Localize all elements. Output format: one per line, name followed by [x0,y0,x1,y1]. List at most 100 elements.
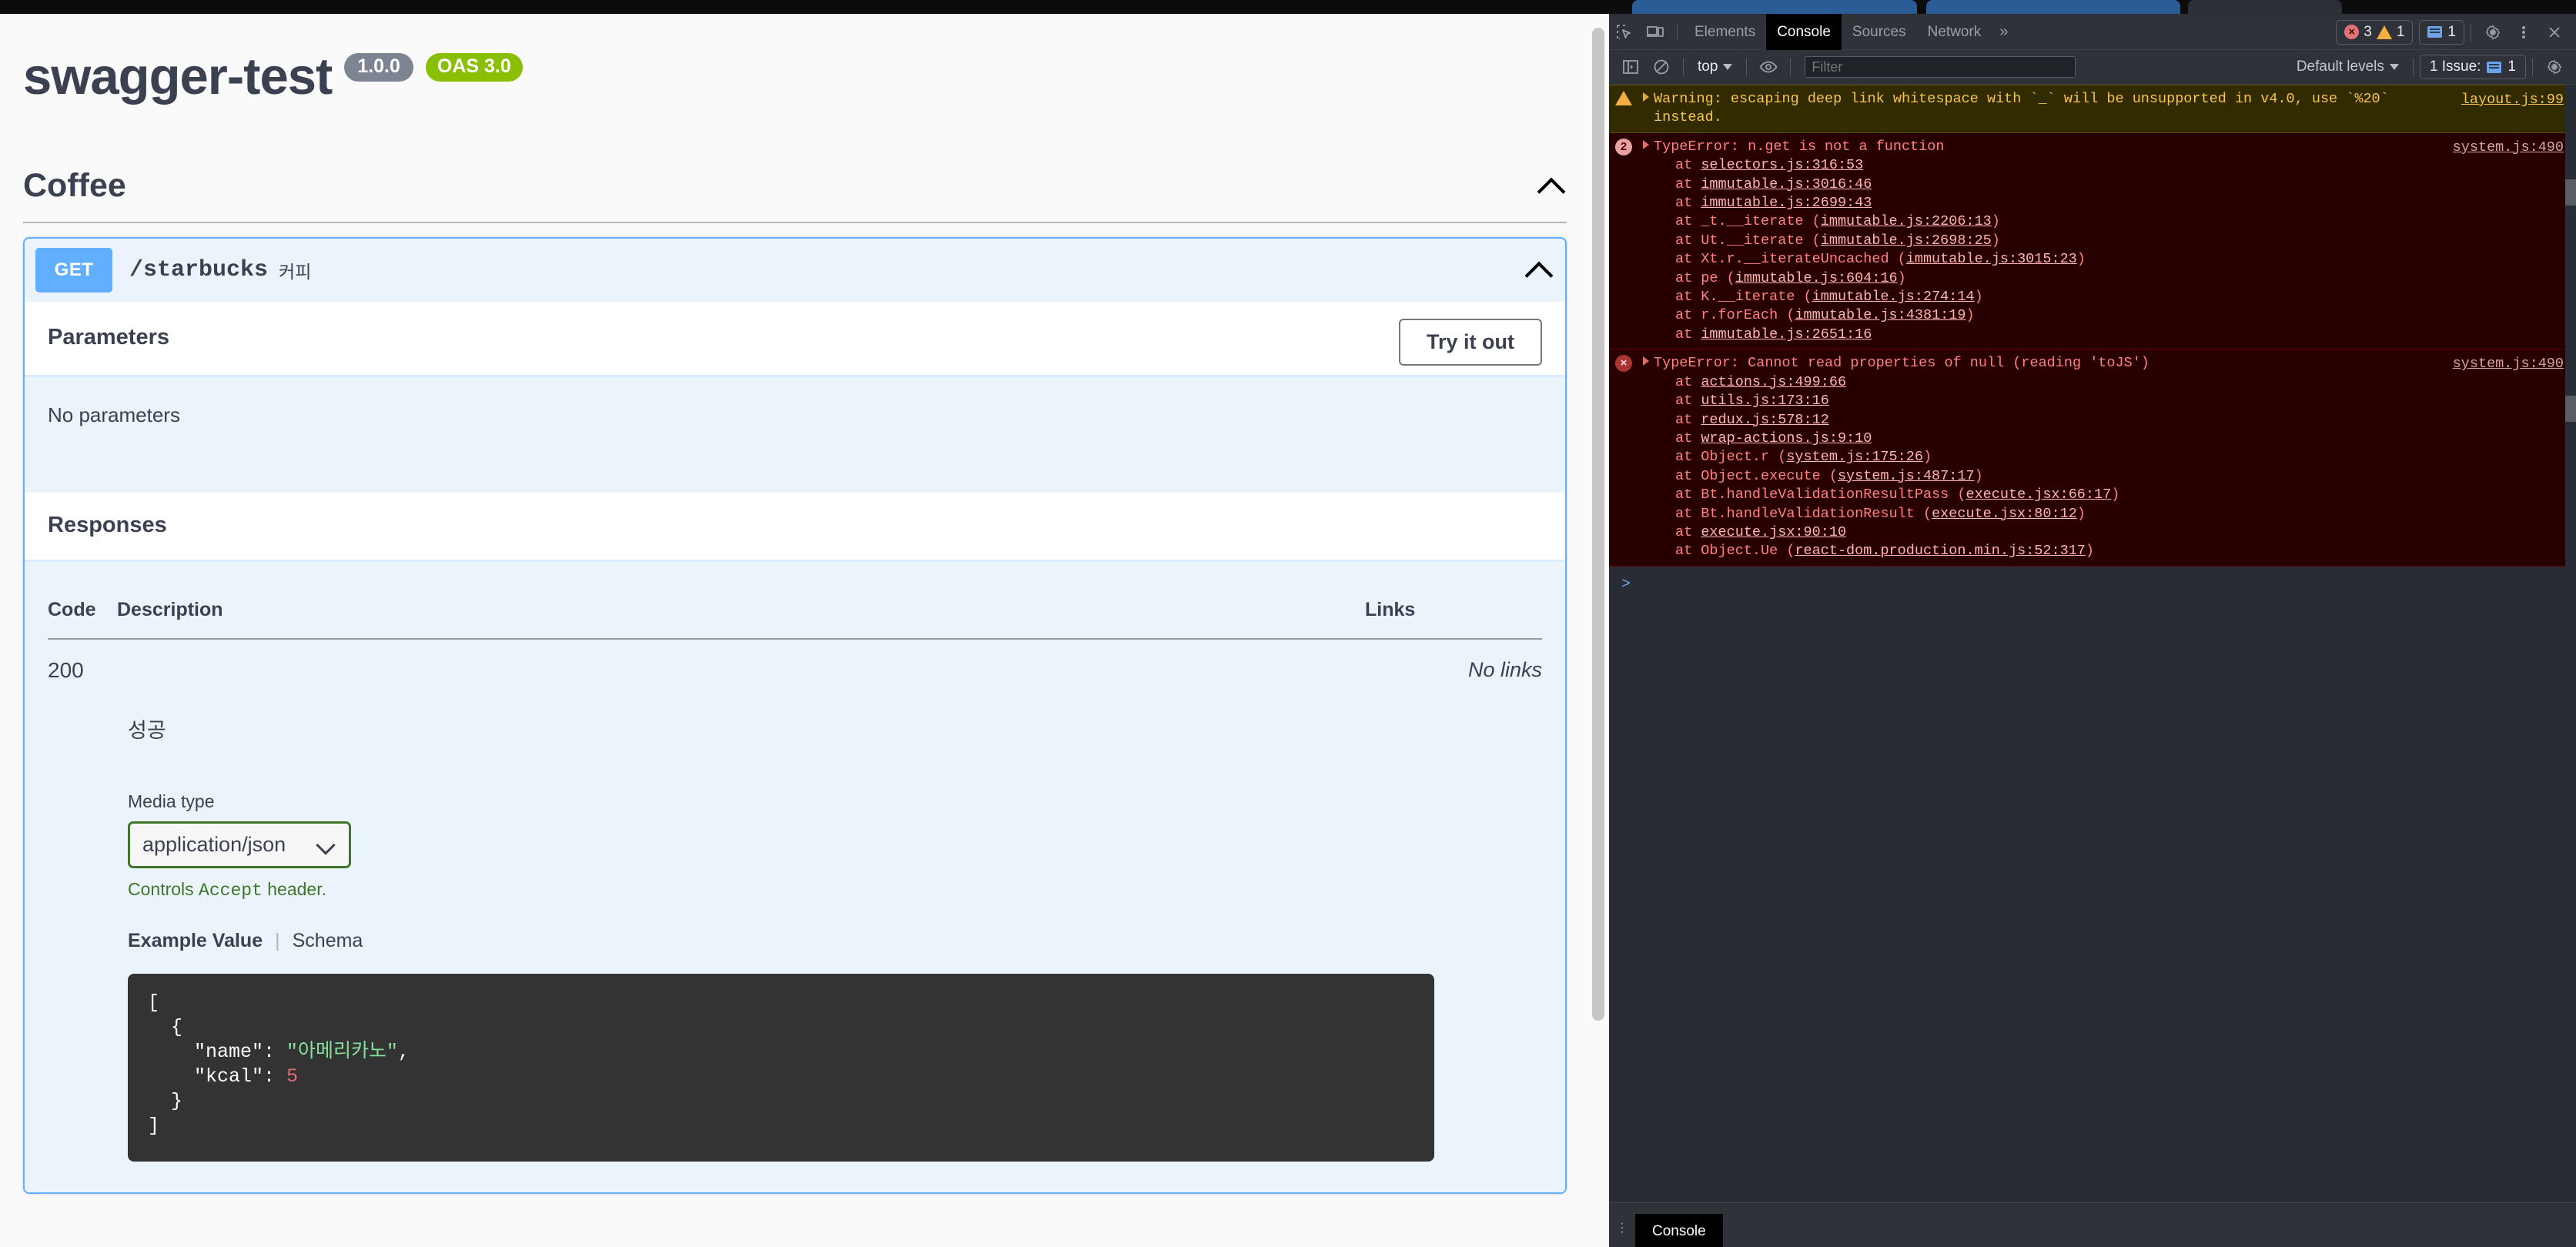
issues-pill[interactable]: 1 Issue: 1 [2419,55,2526,79]
log-levels-select[interactable]: Default levels [2289,59,2407,75]
console-message-error[interactable]: 2 TypeError: n.get is not a function at se… [1609,132,2576,350]
stack-frame[interactable]: at immutable.js:3016:46 [1654,176,2567,194]
stack-frame[interactable]: at Ut.__iterate (immutable.js:2698:25) [1654,232,2567,250]
expand-arrow-icon[interactable] [1643,139,1649,149]
response-code: 200 [48,658,84,682]
drawer-handle-icon[interactable]: ⋮ [1609,1214,1635,1235]
parameters-title: Parameters [48,325,169,349]
stack-frame[interactable]: at Bt.handleValidationResult (execute.js… [1654,505,2567,523]
column-header-description: Description [117,585,1365,640]
tab-console[interactable]: Console [1766,14,1842,50]
try-it-out-button[interactable]: Try it out [1399,319,1542,366]
stack-frame[interactable]: at Object.Ue (react-dom.production.min.j… [1654,542,2567,560]
tag-header[interactable]: Coffee [23,167,1567,223]
stack-frame[interactable]: at wrap-actions.js:9:10 [1654,430,2567,448]
gear-icon[interactable] [2539,49,2570,85]
parameters-header: Parameters Try it out [25,302,1565,377]
stack-frame[interactable]: at Object.r (system.js:175:26) [1654,448,2567,466]
filter-input[interactable] [1805,56,2076,78]
stack-frame[interactable]: at r.forEach (immutable.js:4381:19) [1654,306,2567,325]
media-type-select[interactable]: application/json [128,821,351,868]
tab-example-value[interactable]: Example Value [128,930,263,952]
toolbar-divider [2532,59,2533,75]
console-prompt[interactable]: > [1609,566,2576,603]
execution-context-value: top [1698,59,1718,75]
version-badge: 1.0.0 [344,53,413,82]
error-circle-icon: × [1615,355,1632,373]
browser-tab[interactable] [1926,0,2180,14]
response-description: 성공 [128,719,166,742]
stack-frame[interactable]: at pe (immutable.js:604:16) [1654,269,2567,288]
tab-network[interactable]: Network [1917,20,1992,44]
console-message-warning[interactable]: Warning: escaping deep link whitespace w… [1609,85,2576,133]
message-level-badge: × [1615,355,1638,373]
page-title: swagger-test [23,48,333,105]
stack-frame[interactable]: at K.__iterate (immutable.js:274:14) [1654,288,2567,306]
stack-frame[interactable]: at immutable.js:2699:43 [1654,194,2567,212]
chevron-up-icon[interactable] [1524,255,1554,286]
execution-context-select[interactable]: top [1690,59,1740,75]
inspect-element-icon[interactable] [1609,15,1640,50]
browser-tab[interactable] [1632,0,1917,14]
page-scrollbar-thumb[interactable] [1592,28,1604,1021]
responses-title: Responses [48,513,167,537]
console-scrollbar[interactable] [2565,85,2576,1201]
stack-frame[interactable]: at selectors.js:316:53 [1654,156,2567,175]
api-title-row: swagger-test 1.0.0 OAS 3.0 [23,51,1567,102]
stack-frame[interactable]: at Object.execute (system.js:487:17) [1654,467,2567,486]
close-icon[interactable] [2539,15,2570,50]
error-warning-counter[interactable]: × 3 1 [2336,19,2414,45]
issues-count: 1 [2507,59,2516,75]
operation-summary: 커피 [279,262,312,282]
opblock-summary[interactable]: GET /starbucks 커피 [25,239,1565,302]
device-toolbar-icon[interactable] [1640,15,1671,50]
stack-frame[interactable]: at utils.js:173:16 [1654,392,2567,410]
gear-icon[interactable] [2477,15,2508,50]
scrollbar-marker [2565,179,2576,206]
message-text: Warning: escaping deep link whitespace w… [1654,91,2397,126]
browser-tab[interactable] [2188,0,2342,14]
example-value-code[interactable]: [ { "name": "아메리카노", "kcal": 5 } ] [128,974,1434,1162]
warning-triangle-icon [1615,91,1632,105]
console-message-error[interactable]: × TypeError: Cannot read properties of nu… [1609,349,2576,567]
chevron-up-icon[interactable] [1536,171,1567,202]
message-source-link[interactable]: system.js:490 [2453,355,2564,373]
chevron-down-icon [1723,64,1733,70]
stack-frame[interactable]: at immutable.js:2651:16 [1654,326,2567,344]
media-type-value: application/json [142,833,286,856]
console-sidebar-icon[interactable] [1615,49,1646,85]
page-scrollbar[interactable] [1592,28,1604,1247]
toolbar-divider [1790,59,1791,75]
tag-name: Coffee [23,167,126,204]
console-message-list[interactable]: Warning: escaping deep link whitespace w… [1609,85,2576,1201]
stack-frame[interactable]: at Xt.r.__iterateUncached (immutable.js:… [1654,250,2567,269]
stack-frame[interactable]: at _t.__iterate (immutable.js:2206:13) [1654,212,2567,231]
clear-console-icon[interactable] [1646,49,1677,85]
stack-frame[interactable]: at actions.js:499:66 [1654,373,2567,392]
more-vertical-icon[interactable] [2508,15,2539,50]
oas-badge: OAS 3.0 [425,53,523,82]
message-text: TypeError: Cannot read properties of nul… [1654,355,2149,372]
stack-frame[interactable]: at Bt.handleValidationResultPass (execut… [1654,486,2567,504]
stack-frame[interactable]: at redux.js:578:12 [1654,411,2567,430]
tab-sources[interactable]: Sources [1842,20,1917,44]
warning-count: 1 [2396,23,2405,40]
chevron-double-right-icon[interactable]: » [1992,23,2016,41]
drawer-tab-console[interactable]: Console [1635,1214,1723,1247]
toolbar-divider [2412,59,2414,75]
error-circle-icon: × [2344,25,2360,39]
issues-counter[interactable]: 1 [2419,19,2464,45]
stack-frame[interactable]: at execute.jsx:90:10 [1654,523,2567,542]
message-source-link[interactable]: system.js:490 [2453,139,2564,157]
live-expression-eye-icon[interactable] [1753,49,1784,85]
tab-schema[interactable]: Schema [293,930,363,952]
swagger-ui-page: swagger-test 1.0.0 OAS 3.0 Coffee GET /s… [0,14,1609,1247]
message-source-link[interactable]: layout.js:99 [2461,91,2564,109]
media-type-select-wrap: application/json [48,821,1542,868]
toolbar-divider [1677,23,1678,41]
expand-arrow-icon[interactable] [1643,356,1649,366]
no-parameters-text: No parameters [48,403,180,426]
tab-elements[interactable]: Elements [1684,20,1766,44]
http-method-badge: GET [35,248,112,293]
expand-arrow-icon[interactable] [1643,92,1649,102]
